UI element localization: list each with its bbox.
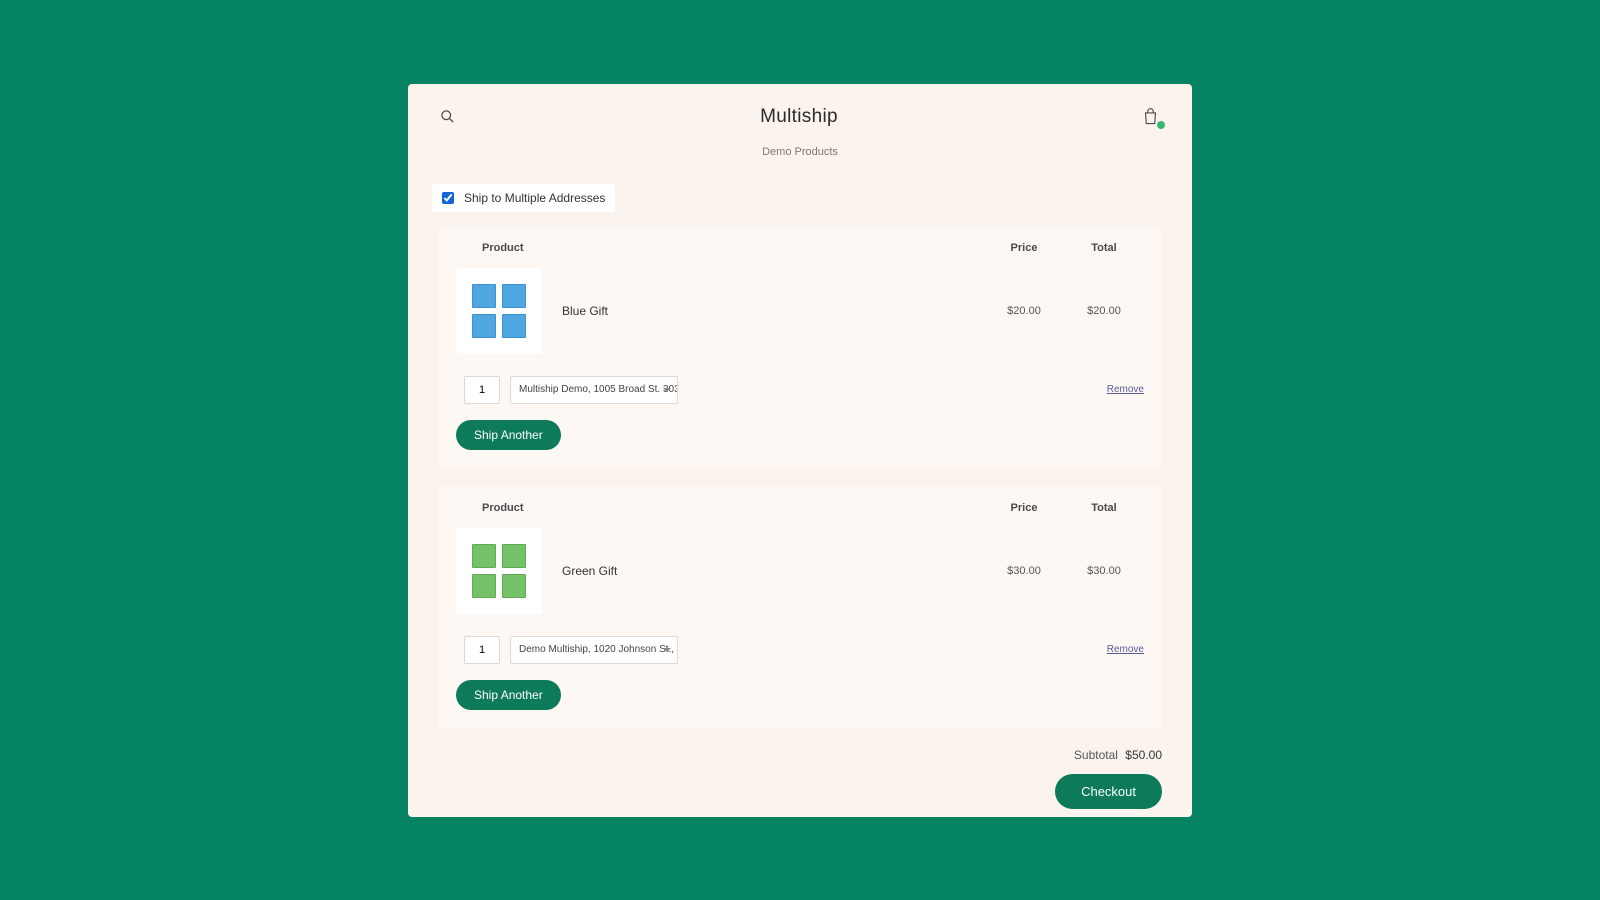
address-select[interactable]: Multiship Demo, 1005 Broad St. 303, Vict… <box>510 376 678 404</box>
subtotal: Subtotal $50.00 <box>1074 748 1162 762</box>
column-headers: Product Price Total <box>456 242 1144 254</box>
product-thumbnail <box>456 528 542 614</box>
column-headers: Product Price Total <box>456 502 1144 514</box>
cart-button[interactable] <box>1142 107 1162 127</box>
ship-another-button[interactable]: Ship Another <box>456 420 561 450</box>
col-total: Total <box>1064 242 1144 254</box>
product-price: $30.00 <box>984 565 1064 577</box>
cart-footer: Subtotal $50.00 Checkout <box>438 748 1162 809</box>
cart-item: Product Price Total Blue Gift $20.00 $20… <box>438 226 1162 468</box>
product-name: Blue Gift <box>562 304 608 318</box>
ship-multi-checkbox[interactable] <box>442 192 454 204</box>
site-title: Multiship <box>760 106 838 128</box>
ship-multi-label: Ship to Multiple Addresses <box>464 191 605 205</box>
product-name: Green Gift <box>562 564 617 578</box>
remove-link[interactable]: Remove <box>1107 384 1144 395</box>
quantity-input[interactable] <box>464 376 500 404</box>
col-price: Price <box>984 242 1064 254</box>
search-icon[interactable] <box>438 108 456 126</box>
header: Multiship <box>438 102 1162 132</box>
checkout-button[interactable]: Checkout <box>1055 774 1162 809</box>
quantity-input[interactable] <box>464 636 500 664</box>
app-card: Multiship Demo Products Ship to Multiple… <box>408 84 1192 817</box>
nav-link-demo-products[interactable]: Demo Products <box>438 146 1162 158</box>
col-total: Total <box>1064 502 1144 514</box>
cart-badge <box>1156 120 1166 130</box>
ship-multi-toggle[interactable]: Ship to Multiple Addresses <box>432 184 615 212</box>
shipment-line: Demo Multiship, 1020 Johnson St., Victo.… <box>456 636 1144 664</box>
cart-item: Product Price Total Green Gift $30.00 $3… <box>438 486 1162 728</box>
col-product: Product <box>482 502 984 514</box>
col-product: Product <box>482 242 984 254</box>
product-row: Blue Gift $20.00 $20.00 <box>456 268 1144 354</box>
subtotal-value: $50.00 <box>1125 748 1162 762</box>
product-total: $20.00 <box>1064 305 1144 317</box>
product-price: $20.00 <box>984 305 1064 317</box>
subtotal-label: Subtotal <box>1074 748 1118 762</box>
shipment-line: Multiship Demo, 1005 Broad St. 303, Vict… <box>456 376 1144 404</box>
address-select[interactable]: Demo Multiship, 1020 Johnson St., Victo.… <box>510 636 678 664</box>
product-total: $30.00 <box>1064 565 1144 577</box>
remove-link[interactable]: Remove <box>1107 644 1144 655</box>
product-row: Green Gift $30.00 $30.00 <box>456 528 1144 614</box>
cart-items: Product Price Total Blue Gift $20.00 $20… <box>438 226 1162 728</box>
ship-another-button[interactable]: Ship Another <box>456 680 561 710</box>
product-thumbnail <box>456 268 542 354</box>
col-price: Price <box>984 502 1064 514</box>
